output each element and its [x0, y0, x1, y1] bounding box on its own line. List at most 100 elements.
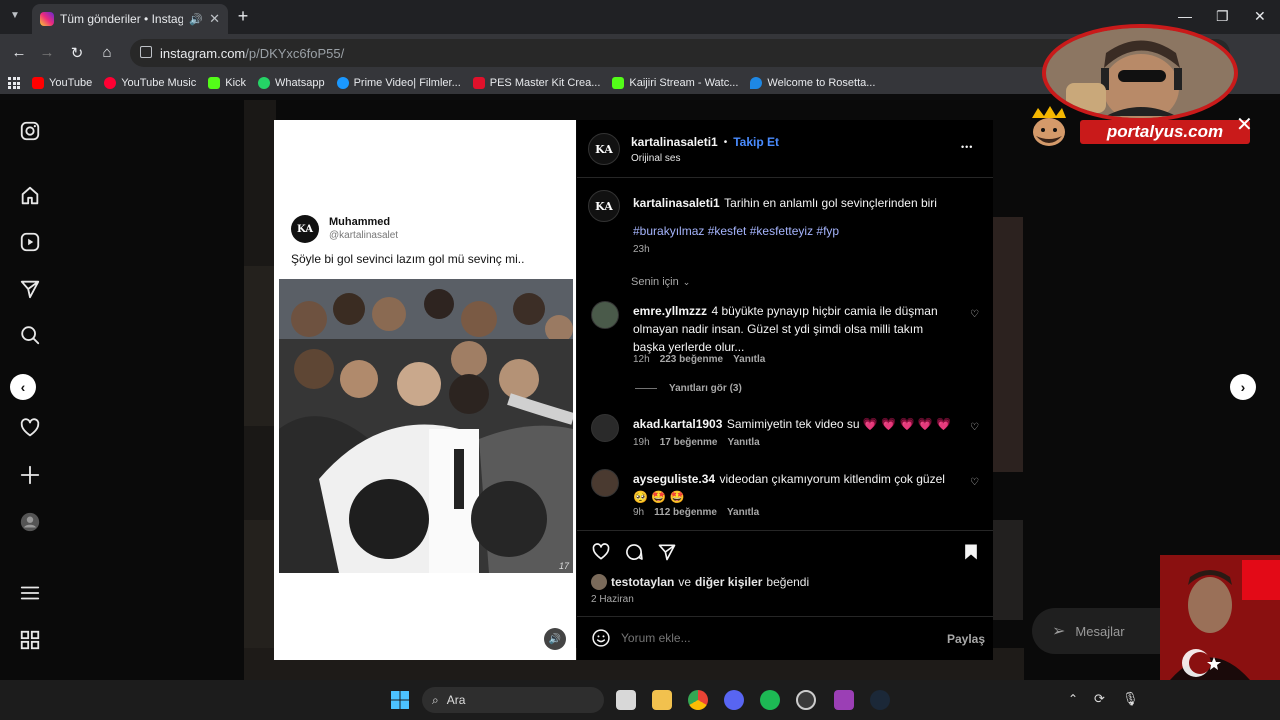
window-close-icon[interactable]: ✕ — [1254, 8, 1266, 25]
previous-post-button[interactable]: ‹ — [10, 374, 36, 400]
notifications-heart-icon[interactable] — [19, 417, 41, 439]
comment-username[interactable]: akad.kartal1903 — [633, 417, 722, 431]
audio-label[interactable]: Orijinal ses — [631, 153, 680, 164]
rosetta-icon — [750, 77, 763, 89]
comment-likes[interactable]: 112 beğenme — [654, 507, 717, 518]
comment-like-heart-icon[interactable]: ♡ — [970, 309, 979, 320]
comment-text: Samimiyetin tek video su 💗 💗 💗 💗 💗 — [726, 417, 951, 431]
reply-button[interactable]: Yanıtla — [728, 437, 760, 448]
youtube-icon — [32, 77, 44, 89]
sort-comments-dropdown[interactable]: Senin için ⌄ — [631, 276, 690, 288]
windows-taskbar: ⌕ Ara ⌃ ⟳ 🎙 — [0, 680, 1280, 720]
obs-icon[interactable] — [796, 690, 816, 710]
video-player[interactable]: 17 — [279, 279, 573, 573]
reels-icon[interactable] — [19, 231, 41, 253]
bookmark-youtube[interactable]: YouTube — [32, 77, 92, 89]
close-modal-icon[interactable]: ✕ — [1236, 112, 1253, 137]
home-icon[interactable] — [19, 185, 41, 207]
post-details-panel: KA kartalinasaleti1 • Takip Et Orijinal … — [577, 120, 993, 660]
next-post-button[interactable]: › — [1230, 374, 1256, 400]
bookmark-label: Welcome to Rosetta... — [767, 77, 876, 89]
site-info-icon[interactable] — [140, 46, 152, 58]
caption-username[interactable]: kartalinasaleti1 — [633, 196, 720, 210]
create-plus-icon[interactable] — [19, 464, 41, 486]
caption-hashtags[interactable]: #burakyılmaz #kesfet #kesfetteyiz #fyp — [633, 224, 839, 238]
post-author-avatar[interactable]: KA — [588, 133, 620, 165]
task-view-icon[interactable] — [616, 690, 636, 710]
view-replies-button[interactable]: Yanıtları gör (3) — [635, 383, 742, 394]
likes-connector: ve — [678, 575, 692, 589]
follow-button[interactable]: Takip Et — [733, 135, 779, 149]
comment-username[interactable]: ayseguliste.34 — [633, 472, 715, 486]
more-options-icon[interactable]: ••• — [961, 142, 973, 152]
like-heart-icon[interactable] — [591, 542, 611, 562]
taskbar-search[interactable]: ⌕ Ara — [422, 687, 604, 713]
microphone-icon[interactable]: 🎙 — [1122, 691, 1139, 707]
steam-icon[interactable] — [870, 690, 890, 710]
comment-like-heart-icon[interactable]: ♡ — [970, 477, 979, 488]
comment-likes[interactable]: 17 beğenme — [660, 437, 718, 448]
tab-instagram[interactable]: Tüm gönderiler • Instagram 🔊 ✕ — [32, 4, 228, 34]
other-likers[interactable]: diğer kişiler — [695, 575, 762, 589]
bookmark-label: Prime Video| Filmler... — [353, 77, 461, 89]
spotify-icon[interactable] — [760, 690, 780, 710]
kick-icon — [612, 77, 625, 89]
minimize-icon[interactable]: — — [1178, 8, 1192, 24]
tweet-author-name: Muhammed — [329, 216, 391, 228]
likes-summary[interactable]: testotaylan ve diğer kişiler beğendi — [591, 574, 809, 590]
comment-likes[interactable]: 223 beğenme — [660, 354, 723, 365]
commenter-avatar[interactable] — [591, 301, 619, 329]
forward-icon[interactable]: → — [38, 44, 56, 61]
bookmark-whatsapp[interactable]: Whatsapp — [258, 77, 325, 89]
search-icon[interactable] — [19, 324, 41, 346]
bookmark-kaijiri[interactable]: Kaijiri Stream - Watc... — [612, 77, 738, 89]
instagram-favicon-icon — [40, 12, 54, 26]
tray-chevron-icon[interactable]: ⌃ — [1068, 692, 1078, 706]
tab-list-chevron-icon[interactable]: ▼ — [10, 10, 20, 21]
windows-start-icon[interactable] — [390, 690, 410, 710]
caption-block: kartalinasaleti1 Tarihin en anlamlı gol … — [633, 194, 973, 212]
apps-grid-icon[interactable] — [8, 77, 20, 89]
restore-icon[interactable]: ❐ — [1216, 8, 1229, 25]
caption-author-avatar[interactable]: KA — [588, 190, 620, 222]
saved-bookmark-icon[interactable] — [961, 542, 981, 562]
instagram-logo-icon[interactable] — [19, 120, 41, 142]
sync-icon[interactable]: ⟳ — [1094, 691, 1105, 707]
volume-icon[interactable]: 🔊 — [544, 628, 566, 650]
reply-button[interactable]: Yanıtla — [727, 507, 759, 518]
flag-overlay — [1160, 555, 1280, 680]
emoji-smiley-icon[interactable] — [591, 628, 611, 648]
bookmark-youtube-music[interactable]: YouTube Music — [104, 77, 196, 89]
tab-close-icon[interactable]: ✕ — [209, 11, 220, 27]
comment-input[interactable] — [621, 629, 921, 647]
home-icon[interactable]: ⌂ — [98, 44, 116, 61]
bookmark-rosetta[interactable]: Welcome to Rosetta... — [750, 77, 875, 89]
discord-icon[interactable] — [724, 690, 744, 710]
menu-hamburger-icon[interactable] — [19, 582, 41, 604]
url-path: /p/DKYxc6foP55/ — [245, 45, 345, 61]
profile-avatar-icon[interactable] — [19, 511, 41, 533]
file-explorer-icon[interactable] — [652, 690, 672, 710]
bookmark-pes-master[interactable]: PES Master Kit Crea... — [472, 77, 600, 89]
share-comment-button[interactable]: Paylaş — [947, 632, 985, 646]
reply-button[interactable]: Yanıtla — [733, 354, 765, 365]
back-icon[interactable]: ← — [10, 44, 28, 61]
commenter-avatar[interactable] — [591, 414, 619, 442]
liker-username[interactable]: testotaylan — [611, 575, 674, 589]
new-tab-button[interactable]: + — [234, 7, 252, 26]
share-paperplane-icon[interactable] — [657, 542, 677, 562]
also-from-meta-icon[interactable] — [19, 629, 41, 651]
winrar-icon[interactable] — [834, 690, 854, 710]
bookmark-prime-video[interactable]: Prime Video| Filmler... — [336, 77, 461, 89]
bookmark-kick[interactable]: Kick — [208, 77, 246, 89]
comment-like-heart-icon[interactable]: ♡ — [970, 422, 979, 433]
direct-messages-icon[interactable] — [19, 278, 41, 300]
post-author-username[interactable]: kartalinasaleti1 — [631, 135, 718, 149]
comment-bubble-icon[interactable] — [624, 542, 644, 562]
reload-icon[interactable]: ↻ — [68, 44, 86, 62]
tweet-author-avatar: KA — [291, 215, 319, 243]
commenter-avatar[interactable] — [591, 469, 619, 497]
comment-username[interactable]: emre.yllmzzz — [633, 304, 707, 318]
speaker-icon[interactable]: 🔊 — [189, 13, 203, 26]
chrome-icon[interactable] — [688, 690, 708, 710]
